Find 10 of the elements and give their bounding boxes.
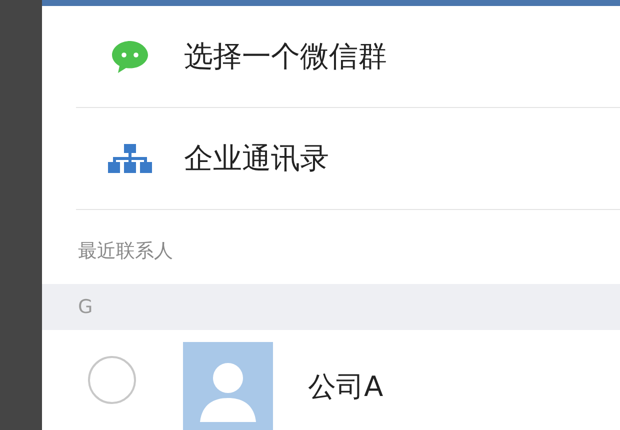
chat-bubble-icon — [110, 38, 150, 74]
menu-label: 选择一个微信群 — [184, 38, 387, 74]
section-heading: 最近联系人 — [77, 239, 174, 264]
contact-name: 公司A — [308, 369, 384, 405]
index-letter-header: G — [42, 284, 620, 330]
org-chart-icon — [108, 144, 152, 174]
menu-item[interactable]: 选择一个微信群 — [76, 6, 620, 108]
menu-label: 企业通讯录 — [184, 140, 329, 176]
select-radio[interactable] — [88, 356, 136, 404]
menu-item[interactable]: 企业通讯录 — [76, 108, 620, 210]
